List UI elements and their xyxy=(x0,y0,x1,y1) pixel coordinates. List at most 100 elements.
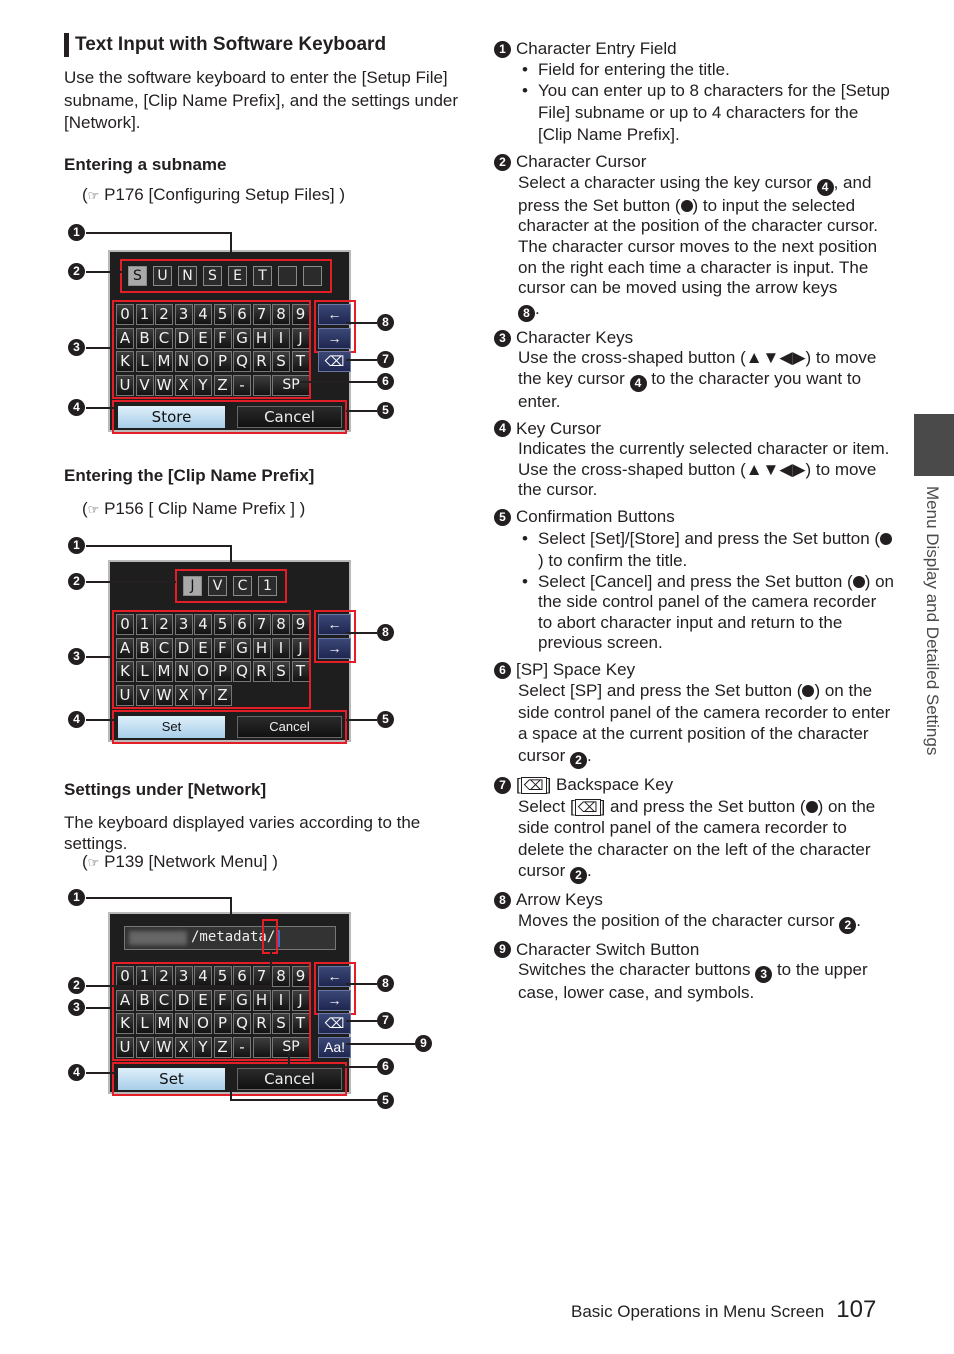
leader-line xyxy=(346,719,377,721)
leader-line xyxy=(86,545,232,547)
reference-link-clip-prefix[interactable]: (☞ P156 [ Clip Name Prefix ] ) xyxy=(82,499,305,519)
text: Select [Cancel] and press the Set button… xyxy=(538,571,853,591)
cursor-highlight xyxy=(262,919,278,954)
callout-4-icon: 4 xyxy=(68,1064,85,1081)
callout-6-icon: 6 xyxy=(377,373,394,390)
leader-line xyxy=(300,381,377,383)
callout-5-icon: 5 xyxy=(377,711,394,728)
leader-line xyxy=(86,656,112,658)
text: ] and press the Set button ( xyxy=(600,796,806,816)
leader-line xyxy=(230,545,232,567)
leader-line xyxy=(230,1099,377,1101)
leader-line xyxy=(346,1020,377,1022)
text: . xyxy=(535,298,540,318)
callout-4-icon: 4 xyxy=(68,711,85,728)
callout-ref-2-icon: 2 xyxy=(569,751,587,769)
callout-7-icon: 7 xyxy=(377,351,394,368)
callout-ref-2-icon: 2 xyxy=(839,916,857,934)
bullet: Select [Cancel] and press the Set button… xyxy=(494,572,894,654)
description-item-8: 8 Arrow Keys Moves the position of the ch… xyxy=(494,890,894,934)
subsection-heading-subname: Entering a subname xyxy=(64,155,227,174)
callout-3-icon: 3 xyxy=(68,648,85,665)
description-item-9: 9 Character Switch Button Switches the ch… xyxy=(494,940,894,1004)
backspace-key[interactable]: ⌫ xyxy=(318,1013,351,1034)
section-title-text: Text Input with Software Keyboard xyxy=(75,34,387,55)
text: Select [ xyxy=(518,796,575,816)
arrow-keys-highlight xyxy=(314,610,356,663)
bullet: You can enter up to 8 characters for the… xyxy=(494,80,894,146)
leader-line xyxy=(288,1052,290,1066)
callout-ref-2-icon: 2 xyxy=(569,867,587,885)
text: Moves the position of the character curs… xyxy=(518,910,835,930)
leader-line xyxy=(346,983,377,985)
callout-6-icon: 6 xyxy=(377,1058,394,1075)
reference-link-network[interactable]: (☞ P139 [Network Menu] ) xyxy=(82,852,278,872)
leader-line xyxy=(230,1092,232,1100)
item-title: Character Cursor xyxy=(516,152,647,172)
leader-line xyxy=(86,897,232,899)
item-body: Switches the character buttons 3 to the … xyxy=(494,960,894,1004)
bullet: Select [Set]/[Store] and press the Set b… xyxy=(494,528,894,572)
item-title: [SP] Space Key xyxy=(516,659,636,679)
pointing-hand-icon: ☞ xyxy=(87,855,100,870)
leader-line xyxy=(86,347,112,349)
pointing-hand-icon: ☞ xyxy=(87,502,100,517)
network-paragraph: The keyboard displayed varies according … xyxy=(64,813,421,853)
keyboard-panel: SUNSET0123456789ABCDEFGHIJKLMNOPQRSTUVWX… xyxy=(108,250,356,434)
leader-line xyxy=(86,1072,116,1074)
callout-number-icon: 8 xyxy=(494,891,511,909)
text: Select [SP] and press the Set button ( xyxy=(518,681,803,701)
leader-line xyxy=(346,632,377,634)
set-button-dot-icon xyxy=(805,800,818,813)
callout-2-icon: 2 xyxy=(68,977,85,994)
text: . xyxy=(586,745,592,765)
leader-line xyxy=(86,581,176,583)
character-keys-highlight xyxy=(112,300,311,399)
leader-line xyxy=(346,410,377,412)
leader-line xyxy=(230,232,232,254)
callout-5-icon: 5 xyxy=(377,1092,394,1109)
description-item-5: 5 Confirmation Buttons Select [Set]/[Stor… xyxy=(494,507,894,654)
callout-8-icon: 8 xyxy=(377,624,394,641)
description-item-3: 3 Character Keys Use the cross-shaped but… xyxy=(494,328,894,413)
backspace-key[interactable]: ⌫ xyxy=(318,351,351,372)
callout-4-icon: 4 xyxy=(68,399,85,416)
character-keys-highlight xyxy=(112,610,311,709)
callout-3-icon: 3 xyxy=(68,339,85,356)
entry-text-field[interactable]: /metadata/ xyxy=(124,926,336,950)
set-button-dot-icon xyxy=(680,199,693,212)
leader-line xyxy=(86,232,232,234)
item-title: Key Cursor xyxy=(516,418,602,438)
item-title: Character Entry Field xyxy=(516,39,677,58)
callout-9-icon: 9 xyxy=(415,1035,432,1052)
character-switch-key[interactable]: Aa! xyxy=(318,1036,351,1058)
callout-1-icon: 1 xyxy=(68,537,85,554)
callout-number-icon: 6 xyxy=(494,661,511,679)
page-footer: Basic Operations in Menu Screen 107 xyxy=(571,1296,876,1324)
title-bar xyxy=(64,33,69,57)
set-button-dot-icon xyxy=(880,532,893,545)
description-item-4: 4 Key Cursor Indicates the currently sele… xyxy=(494,419,894,501)
reference-text: P176 [Configuring Setup Files] ) xyxy=(104,185,346,204)
arrow-keys-highlight xyxy=(314,962,356,1015)
reference-text: P156 [ Clip Name Prefix ] ) xyxy=(104,499,306,518)
pointing-hand-icon: ☞ xyxy=(87,188,100,203)
page-number: 107 xyxy=(836,1296,877,1323)
leader-line xyxy=(86,985,272,987)
item-body: Select [SP] and press the Set button () … xyxy=(494,680,894,769)
callout-number-icon: 7 xyxy=(494,776,511,794)
subsection-heading-clip-prefix: Entering the [Clip Name Prefix] xyxy=(64,466,315,485)
reference-link-subname[interactable]: (☞ P176 [Configuring Setup Files] ) xyxy=(82,185,345,205)
text: Select [Set]/[Store] and press the Set b… xyxy=(538,528,881,548)
entry-field-highlight xyxy=(175,569,287,603)
description-item-6: 6 [SP] Space Key Select [SP] and press th… xyxy=(494,660,894,769)
confirm-buttons-highlight xyxy=(112,400,347,434)
callout-number-icon: 1 xyxy=(494,40,511,58)
blurred-text xyxy=(129,931,187,945)
text: Select a character using the key cursor xyxy=(518,172,812,192)
item-title: Arrow Keys xyxy=(516,890,603,910)
callout-number-icon: 4 xyxy=(494,420,511,438)
leader-line xyxy=(86,407,116,409)
callout-ref-3-icon: 3 xyxy=(755,966,773,984)
item-body: Indicates the currently selected charact… xyxy=(518,439,890,500)
